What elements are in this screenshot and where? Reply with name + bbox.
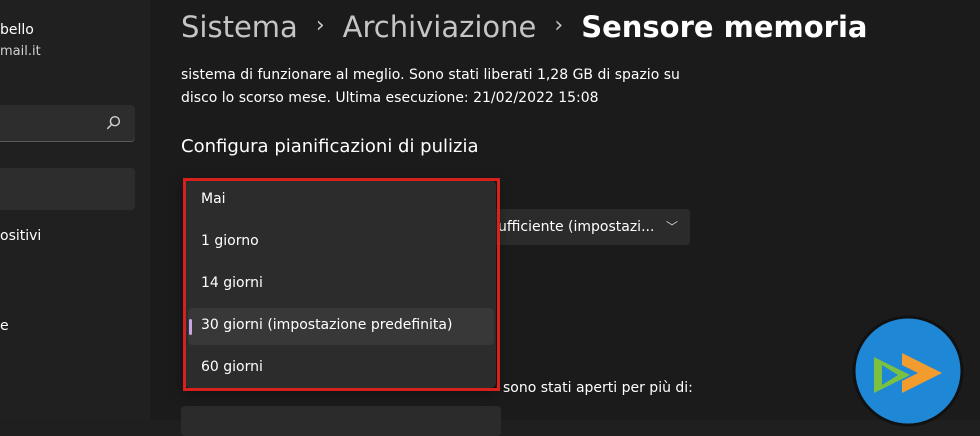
sidebar-item-dispositivi[interactable]: ositivi (0, 228, 41, 244)
description-line: disco lo scorso mese. Ultima esecuzione:… (181, 90, 599, 106)
breadcrumb-sistema[interactable]: Sistema (181, 10, 298, 44)
profile-email: mail.it (0, 44, 41, 59)
highlight-frame (183, 178, 500, 391)
description-text: sistema di funzionare al meglio. Sono st… (181, 64, 721, 110)
sidebar-item-selected[interactable] (0, 168, 135, 210)
description-line: sistema di funzionare al meglio. Sono st… (181, 67, 680, 83)
run-frequency-select[interactable]: ufficiente (impostazi... ﹀ (490, 209, 690, 245)
chevron-down-icon: ﹀ (665, 220, 678, 234)
breadcrumb-archiviazione[interactable]: Archiviazione (343, 10, 537, 44)
search-input[interactable] (0, 105, 135, 142)
select-value: ufficiente (impostazi... (498, 219, 655, 235)
page-title: Sensore memoria (581, 10, 868, 44)
chevron-right-icon: › (554, 12, 564, 38)
site-logo (852, 315, 964, 427)
setting-label: sono stati aperti per più di: (503, 380, 693, 396)
breadcrumb: Sistema › Archiviazione › Sensore memori… (181, 10, 867, 44)
chevron-right-icon: › (315, 12, 325, 38)
sidebar: bello mail.it ositivi e (0, 0, 150, 420)
section-title: Configura pianificazioni di pulizia (181, 136, 479, 157)
sidebar-item-partial[interactable]: e (0, 318, 9, 334)
days-select[interactable] (181, 406, 501, 436)
profile-name: bello (0, 22, 34, 38)
search-icon (106, 115, 121, 130)
